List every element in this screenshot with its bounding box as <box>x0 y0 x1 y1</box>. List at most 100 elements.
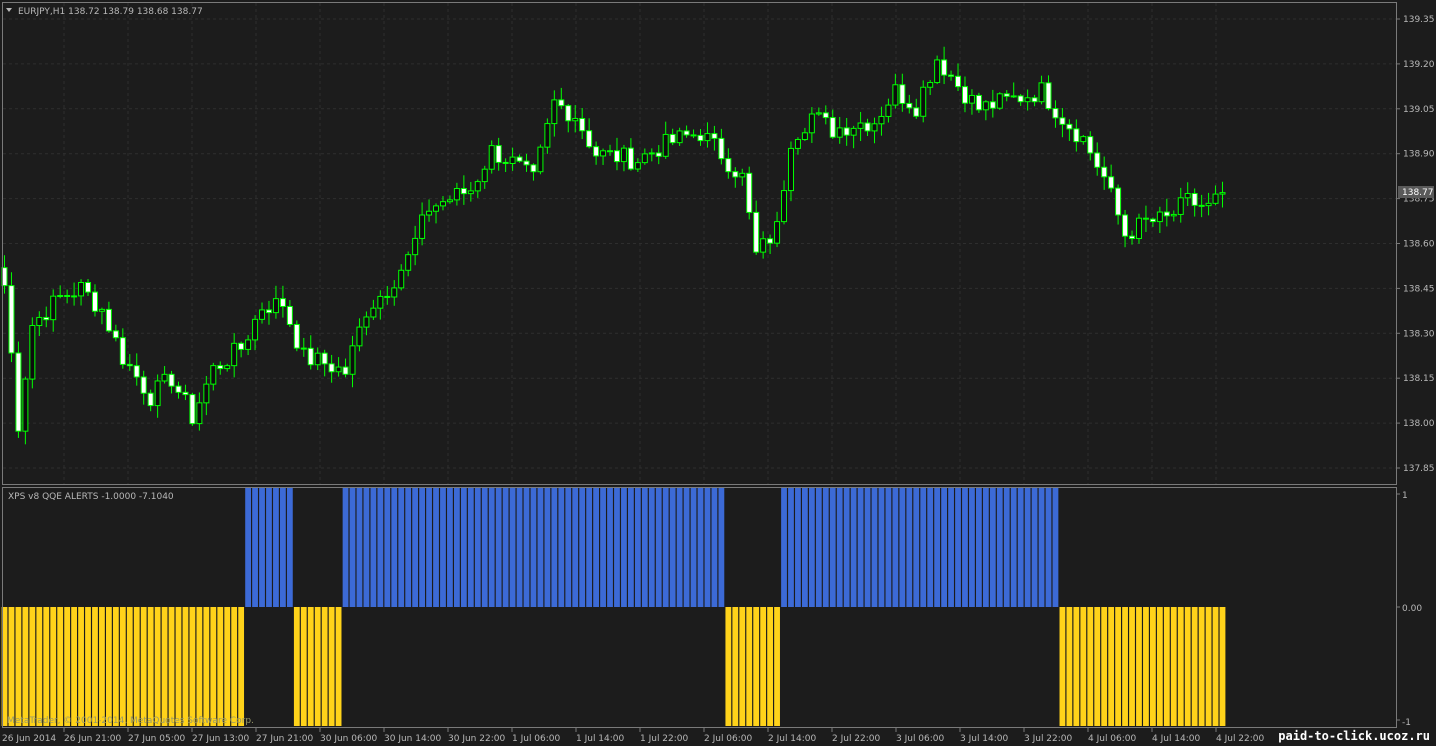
candle-body <box>147 392 154 407</box>
candle <box>1163 198 1170 227</box>
candle <box>620 144 627 172</box>
candle-body <box>439 201 446 207</box>
candle-body <box>996 93 1003 109</box>
qqe-bar-down <box>22 607 29 726</box>
metatrader-chart-window[interactable]: EURJPY,H1 138.72 138.79 138.68 138.77 13… <box>0 0 1436 746</box>
qqe-bar-down <box>126 607 133 726</box>
candle <box>801 127 808 142</box>
qqe-bar-down <box>140 607 147 726</box>
qqe-bar-up <box>885 488 892 607</box>
candle <box>495 137 502 171</box>
price-axis[interactable]: 139.35139.20139.05138.90138.75138.60138.… <box>1396 15 1435 474</box>
candle <box>453 182 460 206</box>
qqe-bar-up <box>982 488 989 607</box>
candle <box>683 125 690 138</box>
candle-body <box>91 291 98 312</box>
qqe-bar-up <box>447 488 453 607</box>
candle-body <box>1010 95 1017 98</box>
candle-body <box>453 188 460 201</box>
candle <box>948 70 955 81</box>
candle <box>314 347 321 371</box>
candle-body <box>293 323 300 349</box>
candle <box>363 311 370 336</box>
triangle-down-icon[interactable] <box>6 8 12 12</box>
qqe-histogram <box>1 488 1226 726</box>
candle-body <box>711 133 718 139</box>
qqe-bar-up <box>586 488 593 607</box>
candle-body <box>460 188 467 195</box>
indicator-panel[interactable]: XPS v8 QQE ALERTS -1.0000 -7.1040 1 0.00… <box>1 487 1423 729</box>
qqe-bar-down <box>8 607 15 726</box>
qqe-bar-up <box>962 488 968 607</box>
candle-body <box>885 104 892 117</box>
candle-body <box>704 133 711 142</box>
candle-body <box>934 59 941 84</box>
price-panel[interactable]: EURJPY,H1 138.72 138.79 138.68 138.77 13… <box>1 2 1435 485</box>
qqe-bar-up <box>502 488 509 607</box>
candle-body <box>161 373 168 382</box>
candle-body <box>586 130 593 148</box>
candle <box>613 137 620 171</box>
time-tick-label: 27 Jun 21:00 <box>256 734 313 744</box>
candle <box>349 335 356 388</box>
qqe-bar-up <box>259 488 265 607</box>
qqe-bar-down <box>168 607 175 726</box>
price-tick-label: 138.00 <box>1403 419 1435 429</box>
candle <box>286 300 293 327</box>
qqe-bar-down <box>1122 607 1128 726</box>
candle-body <box>1017 95 1024 103</box>
qqe-bar-up <box>565 488 572 607</box>
candle <box>878 106 885 136</box>
candle-body <box>426 210 433 216</box>
qqe-bar-down <box>119 607 126 726</box>
candle <box>391 280 398 306</box>
candle-body <box>474 181 481 192</box>
candle-body <box>857 122 864 129</box>
qqe-bar-down <box>1163 607 1170 726</box>
candle-body <box>523 160 530 166</box>
candle <box>558 87 565 110</box>
qqe-bar-down <box>1170 607 1177 726</box>
qqe-bar-down <box>112 607 119 726</box>
candle <box>1170 210 1177 222</box>
candle-body <box>579 117 586 132</box>
candle <box>29 317 36 389</box>
candle-body <box>989 101 996 109</box>
qqe-bar-up <box>1052 488 1059 607</box>
candle-body <box>551 99 558 125</box>
candle-body <box>892 84 899 106</box>
candle-body <box>516 156 523 162</box>
candle-body <box>774 221 781 244</box>
candle <box>1038 75 1045 105</box>
candle-body <box>286 305 293 325</box>
time-tick-label: 1 Jul 22:00 <box>640 734 689 744</box>
candle <box>732 167 739 188</box>
candle-body <box>801 132 808 141</box>
candle <box>91 284 98 317</box>
qqe-bar-down <box>1080 607 1087 726</box>
candle <box>1003 90 1010 102</box>
qqe-bar-up <box>795 488 801 607</box>
qqe-bar-up <box>781 488 787 607</box>
time-axis[interactable]: 26 Jun 2014 26 Jun 21:00 27 Jun 05:00 27 Ju… <box>2 728 1265 744</box>
qqe-bar-down <box>1191 607 1198 726</box>
qqe-bar-up <box>878 488 885 607</box>
candle <box>690 129 697 139</box>
indicator-header-text: XPS v8 QQE ALERTS -1.0000 -7.1040 <box>8 492 174 502</box>
time-tick-label: 26 Jun 21:00 <box>64 734 121 744</box>
candle-body <box>565 105 572 122</box>
price-tick-label: 139.35 <box>1403 15 1435 25</box>
qqe-bar-up <box>516 488 523 607</box>
candle <box>850 125 857 149</box>
candle-body <box>1205 202 1212 207</box>
candle-body <box>1108 176 1115 189</box>
candle <box>593 141 600 165</box>
candle <box>405 251 412 277</box>
time-tick-label: 2 Jul 14:00 <box>768 734 817 744</box>
qqe-bar-up <box>934 488 941 607</box>
candle-body <box>189 394 196 425</box>
qqe-bar-down <box>203 607 210 726</box>
candle-body <box>537 146 544 173</box>
qqe-bar-down <box>15 607 22 726</box>
qqe-bar-up <box>676 488 683 607</box>
